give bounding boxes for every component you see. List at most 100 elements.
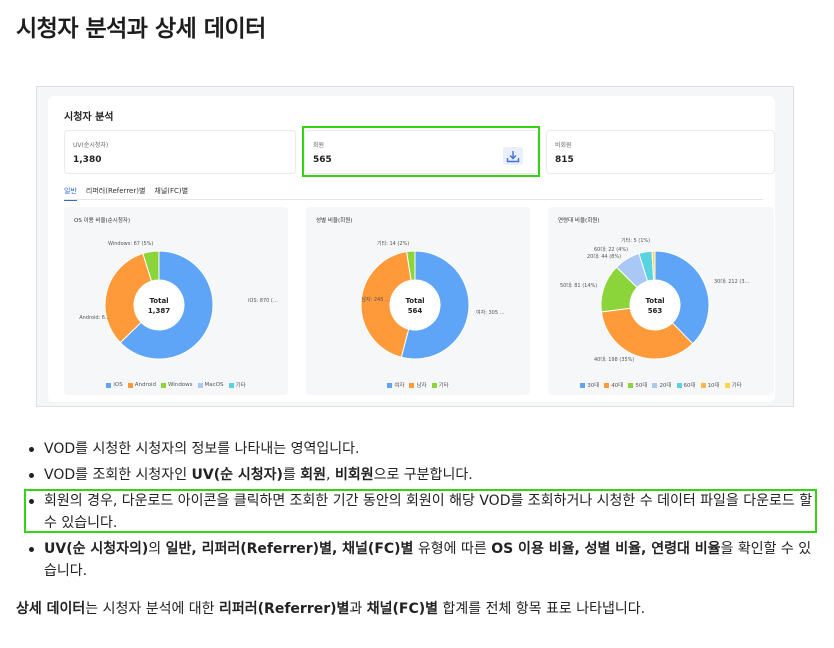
legend-label: 기타 <box>731 383 742 389</box>
legend-item[interactable]: 60대 <box>676 381 696 389</box>
legend-swatch <box>228 382 234 388</box>
legend-swatch <box>160 382 166 388</box>
donut-total-value: 1,387 <box>148 307 170 315</box>
legend-label: 기타 <box>438 383 449 389</box>
viewer-analysis-card: 시청자 분석 UV(순시청자) 1,380 회원 565 비회원 815 일반 … <box>48 96 775 402</box>
gender-donut-chart: Total 564 기타: 14 (2%) 남자: 245 … 여자: 305 … <box>360 240 505 360</box>
legend-label: 20대 <box>659 383 672 389</box>
donut-center <box>390 280 440 330</box>
legend-label: 기타 <box>235 383 246 389</box>
member-highlight-box <box>302 126 540 177</box>
bold-text: 채널(FC)별 <box>366 601 439 617</box>
legend-item[interactable]: 여자 <box>387 381 404 389</box>
card-title: 시청자 분석 <box>64 112 114 123</box>
slice-callout: 기타: 14 (2%) <box>377 240 409 247</box>
summary-text: 상세 데이터는 시청자 분석에 대한 리퍼러(Referrer)별과 채널(FC… <box>16 598 645 618</box>
legend-label: 10대 <box>707 383 720 389</box>
bold-text: UV(순 시청자의) <box>44 541 149 557</box>
legend-item[interactable]: 10대 <box>700 381 720 389</box>
donut-total-label: Total <box>405 297 424 305</box>
legend-item[interactable]: iOS <box>106 381 123 389</box>
legend-label: 50대 <box>635 383 648 389</box>
bold-text: 일반, 리퍼러(Referrer)별, 채널(FC)별 <box>165 541 414 557</box>
slice-callout: 기타: 5 (1%) <box>621 237 650 244</box>
bold-text: 비회원 <box>334 467 374 483</box>
description-item: VOD를 조회한 시청자인 UV(순 시청자)를 회원, 비회원으로 구분합니다… <box>28 464 818 486</box>
text-run: 를 <box>282 467 301 483</box>
slice-callout: iOS: 870 (… <box>248 298 278 304</box>
legend-label: iOS <box>113 382 123 388</box>
stat-label: 비회원 <box>555 142 572 149</box>
stat-value: 1,380 <box>73 155 102 165</box>
legend-label: Windows <box>167 382 193 388</box>
chart-legend: 30대 40대 50대 20대 60대 10대 기타 <box>548 381 774 389</box>
slice-callout: 20대: 44 (8%) <box>587 253 621 260</box>
donut-total-value: 563 <box>648 307 663 315</box>
donut-total-label: Total <box>645 297 664 305</box>
chart-legend: 여자 남자 기타 <box>306 381 530 389</box>
text-run: 으로 구분합니다. <box>373 467 473 483</box>
legend-item[interactable]: Android <box>127 381 156 389</box>
donut-center <box>630 280 680 330</box>
legend-swatch <box>106 382 112 388</box>
text-run: , <box>326 467 335 483</box>
legend-item[interactable]: 기타 <box>228 381 246 389</box>
donut-total-label: Total <box>149 297 168 305</box>
slice-callout: 60대: 22 (4%) <box>594 246 628 253</box>
os-donut-chart: Total 1,387 Windows: 67 (5%) iOS: 870 (… And… <box>79 241 278 360</box>
legend-item[interactable]: MacOS <box>197 381 224 389</box>
legend-swatch <box>580 382 586 388</box>
legend-label: MacOS <box>204 382 224 388</box>
slice-callout: 30대: 212 (3… <box>714 278 750 285</box>
text-run: VOD를 조회한 시청자인 <box>44 467 192 483</box>
slice-callout: 50대: 81 (14%) <box>560 282 597 289</box>
legend-swatch <box>652 382 658 388</box>
bold-text: UV(순 시청자) <box>191 467 283 483</box>
text-run: 는 시청자 분석에 대한 <box>85 601 220 617</box>
legend-item[interactable]: 40대 <box>604 381 623 389</box>
text-run: 유형에 따른 <box>413 541 492 557</box>
legend-item[interactable]: 기타 <box>431 381 449 389</box>
tab-divider <box>64 199 763 200</box>
legend-swatch <box>197 382 203 388</box>
age-ratio-panel: 연령대 비율(회원) Total 563 기타: 5 (1%) 60대: 22 (4%… <box>548 207 774 395</box>
text-run: 과 <box>349 601 367 617</box>
description-item: UV(순 시청자의)의 일반, 리퍼러(Referrer)별, 채널(FC)별 … <box>28 538 818 582</box>
stat-value: 815 <box>555 155 574 165</box>
legend-item[interactable]: 남자 <box>409 381 427 389</box>
text-run: 합계를 전체 항목 표로 나타냅니다. <box>438 601 646 617</box>
stat-uv: UV(순시청자) 1,380 <box>64 130 296 174</box>
age-donut-chart: Total 563 기타: 5 (1%) 60대: 22 (4%)20대: 44 (8… <box>560 237 750 363</box>
stat-label: UV(순시청자) <box>73 142 109 149</box>
gender-ratio-panel: 성별 비율(회원) Total 564 기타: 14 (2%) 남자: 245 … 여자… <box>306 207 530 395</box>
legend-item[interactable]: 20대 <box>652 381 672 389</box>
legend-item[interactable]: 기타 <box>724 381 742 389</box>
legend-swatch <box>387 382 393 388</box>
description-item: VOD를 시청한 시청자의 정보를 나타내는 영역입니다. <box>28 438 818 460</box>
legend-swatch <box>628 382 634 388</box>
page-title: 시청자 분석과 상세 데이터 <box>16 16 266 42</box>
stat-non-member: 비회원 815 <box>546 130 775 174</box>
chart-legend: iOS Android Windows MacOS 기타 <box>64 381 288 389</box>
text-run: 의 <box>148 541 166 557</box>
legend-label: 남자 <box>416 383 427 389</box>
bold-text: 리퍼러(Referrer)별 <box>219 601 350 617</box>
legend-label: 40대 <box>611 383 624 389</box>
legend-label: 여자 <box>394 383 405 389</box>
legend-label: 60대 <box>683 383 696 389</box>
slice-callout: 40대: 198 (35%) <box>594 356 634 363</box>
os-ratio-panel: OS 이용 비율(순시청자) Total 1,387 Windows: 67 (5%… <box>64 207 288 395</box>
bold-text: OS 이용 비율, 성별 비율, 연령대 비율 <box>491 541 721 557</box>
download-note-highlight-box <box>24 489 817 533</box>
legend-label: 30대 <box>587 383 600 389</box>
legend-item[interactable]: Windows <box>160 381 193 389</box>
legend-swatch <box>676 382 682 388</box>
legend-item[interactable]: 50대 <box>628 381 647 389</box>
legend-swatch <box>127 382 133 388</box>
bold-text: 상세 데이터 <box>16 601 86 617</box>
legend-item[interactable]: 30대 <box>580 381 599 389</box>
legend-swatch <box>724 382 730 388</box>
legend-swatch <box>604 382 610 388</box>
donut-center <box>134 280 184 330</box>
donut-total-value: 564 <box>408 307 423 315</box>
